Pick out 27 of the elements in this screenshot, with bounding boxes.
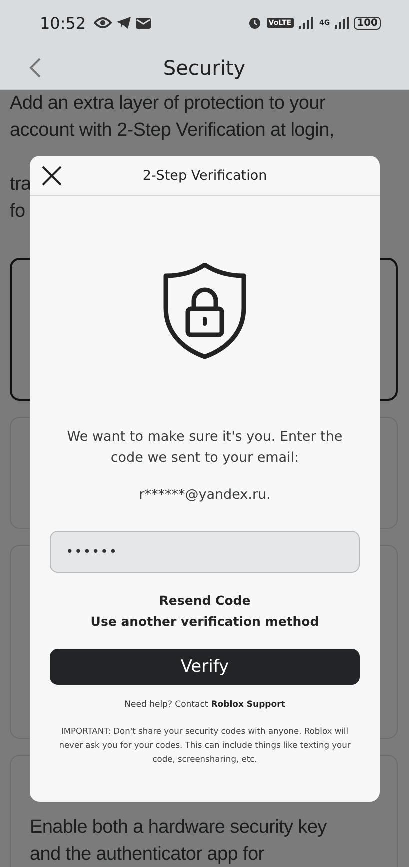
description-text: fo (10, 200, 26, 224)
verify-button[interactable]: Verify (50, 649, 360, 685)
paper-plane-icon (117, 17, 132, 29)
instruction-text: We want to make sure it's you. Enter the code we sent to your email: (66, 428, 344, 468)
card-text: Enable both a hardware security key (30, 816, 327, 840)
other-method-link[interactable]: Use another verification method (90, 611, 320, 632)
close-button[interactable] (40, 164, 64, 188)
resend-code-link[interactable]: Resend Code (159, 590, 251, 611)
email-address: r******@yandex.ru. (139, 487, 271, 503)
eye-icon (94, 17, 112, 29)
shield-lock-icon (163, 263, 247, 359)
code-field[interactable]: •••••• (50, 531, 360, 573)
description-text: Add an extra layer of protection to your (10, 92, 326, 116)
signal-icon (298, 17, 314, 29)
time: 10:52 (40, 14, 86, 32)
mail-icon (136, 18, 152, 28)
card-text: and the authenticator app for (30, 843, 264, 867)
support-link[interactable]: Roblox Support (211, 700, 286, 710)
description-text: account with 2-Step Verification at login, (10, 119, 334, 143)
battery-level: 100 (354, 16, 381, 30)
help-text: Need help? Contact (124, 700, 208, 710)
dialog-title: 2-Step Verification (142, 168, 268, 184)
alarm-icon (248, 16, 262, 30)
description-text: tra (10, 173, 32, 197)
page-title: Security (163, 56, 246, 80)
signal-icon (335, 17, 350, 29)
chevron-left-icon (28, 58, 42, 78)
